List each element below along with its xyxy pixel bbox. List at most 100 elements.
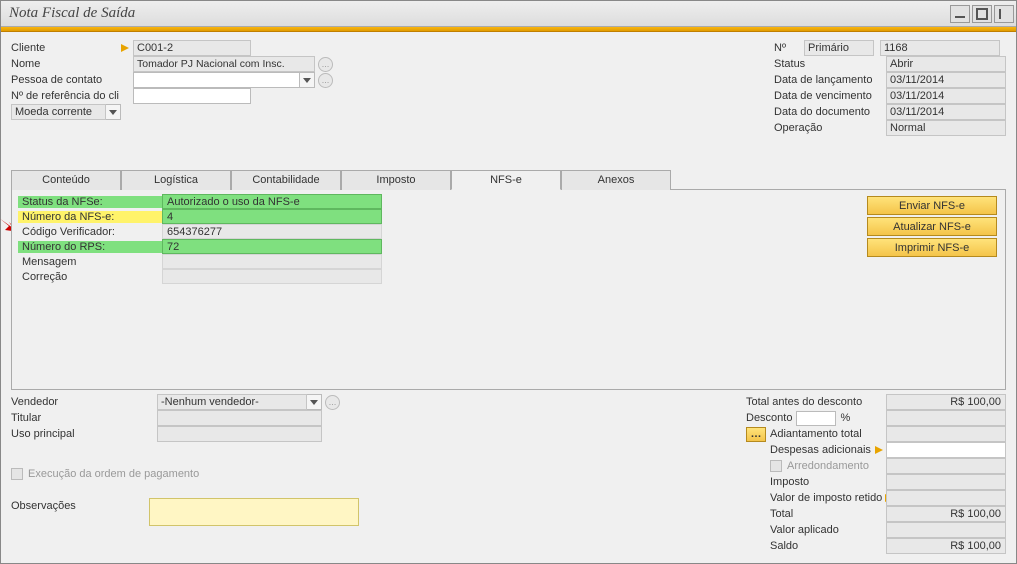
no-type[interactable]: Primário — [804, 40, 874, 56]
exec-label: Execução da ordem de pagamento — [28, 468, 199, 480]
status-value[interactable]: Abrir — [886, 56, 1006, 72]
pessoa-label: Pessoa de contato — [11, 74, 119, 86]
nfse-mensagem-value — [162, 254, 382, 269]
pessoa-dropdown[interactable] — [133, 72, 315, 88]
link-arrow-icon[interactable] — [119, 42, 131, 54]
invoice-window: Nota Fiscal de Saída Cliente C001-2 Nome — [0, 0, 1017, 564]
total-antes-label: Total antes do desconto — [746, 396, 886, 408]
atualizar-nfse-button[interactable]: Atualizar NFS-e — [867, 217, 997, 236]
pessoa-detail-button[interactable]: … — [318, 73, 333, 88]
nfse-codigo-label: Código Verificador: — [18, 226, 162, 238]
vendedor-dropdown[interactable]: -Nenhum vendedor- — [157, 394, 322, 410]
vendedor-field: Vendedor -Nenhum vendedor- … — [11, 394, 359, 410]
total-value: R$ 100,00 — [886, 506, 1006, 522]
status-field: Status Abrir — [774, 56, 1006, 72]
desconto-row: Desconto % — [746, 410, 1006, 426]
aplicado-row: Valor aplicado — [746, 522, 1006, 538]
lanc-value[interactable]: 03/11/2014 — [886, 72, 1006, 88]
no-label: Nº — [774, 42, 804, 54]
obs-label: Observações — [11, 498, 149, 512]
arred-checkbox — [770, 460, 782, 472]
doc-value[interactable]: 03/11/2014 — [886, 104, 1006, 120]
imposto-label: Imposto — [770, 476, 886, 488]
tab-conteudo[interactable]: Conteúdo — [11, 170, 121, 190]
adiant-label: Adiantamento total — [770, 428, 886, 440]
tab-contabilidade[interactable]: Contabilidade — [231, 170, 341, 190]
header-left-column: Cliente C001-2 Nome Tomador PJ Nacional … — [11, 40, 333, 136]
ref-label: Nº de referência do clie — [11, 90, 119, 102]
window-title: Nota Fiscal de Saída — [9, 5, 135, 22]
ref-input[interactable] — [133, 88, 251, 104]
desconto-unit: % — [840, 412, 850, 424]
desconto-value — [886, 410, 1006, 426]
titular-label: Titular — [11, 412, 119, 424]
numero-field: Nº Primário 1168 — [774, 40, 1006, 56]
vendedor-detail-button[interactable]: … — [325, 395, 340, 410]
total-label: Total — [770, 508, 886, 520]
link-arrow-icon[interactable] — [873, 444, 885, 456]
uso-value[interactable] — [157, 426, 322, 442]
tab-nfse[interactable]: NFS-e — [451, 170, 561, 190]
tabs: Conteúdo Logística Contabilidade Imposto… — [11, 170, 1006, 390]
content-area: Cliente C001-2 Nome Tomador PJ Nacional … — [1, 32, 1016, 563]
vendedor-label: Vendedor — [11, 396, 119, 408]
window-controls — [950, 5, 1014, 23]
footer: Vendedor -Nenhum vendedor- … Titular Uso… — [11, 394, 1006, 554]
retido-row: Valor de imposto retido — [746, 490, 1006, 506]
exec-checkbox — [11, 468, 23, 480]
saldo-label: Saldo — [770, 540, 886, 552]
arred-row: Arredondamento — [746, 458, 1006, 474]
status-label: Status — [774, 58, 886, 70]
adiantamento-row: … Adiantamento total — [746, 426, 1006, 442]
venc-value[interactable]: 03/11/2014 — [886, 88, 1006, 104]
retido-label: Valor de imposto retido — [770, 492, 882, 504]
chevron-down-icon — [106, 104, 121, 120]
aplicado-label: Valor aplicado — [770, 524, 886, 536]
tab-anexos[interactable]: Anexos — [561, 170, 671, 190]
maximize-button[interactable] — [972, 5, 992, 23]
exec-ordem-row: Execução da ordem de pagamento — [11, 468, 359, 480]
nome-detail-button[interactable]: … — [318, 57, 333, 72]
header-fields: Cliente C001-2 Nome Tomador PJ Nacional … — [11, 40, 1006, 136]
imprimir-nfse-button[interactable]: Imprimir NFS-e — [867, 238, 997, 257]
no-value[interactable]: 1168 — [880, 40, 1000, 56]
minimize-button[interactable] — [950, 5, 970, 23]
cliente-label: Cliente — [11, 42, 119, 54]
doc-field: Data do documento 03/11/2014 — [774, 104, 1006, 120]
imposto-row: Imposto — [746, 474, 1006, 490]
desp-label: Despesas adicionais — [770, 444, 871, 456]
uso-label: Uso principal — [11, 428, 119, 440]
vendedor-value: -Nenhum vendedor- — [157, 394, 307, 410]
header-right-column: Nº Primário 1168 Status Abrir Data de la… — [774, 40, 1006, 136]
nome-input[interactable]: Tomador PJ Nacional com Insc. — [133, 56, 315, 72]
cliente-input[interactable]: C001-2 — [133, 40, 251, 56]
total-row: Total R$ 100,00 — [746, 506, 1006, 522]
venc-field: Data de vencimento 03/11/2014 — [774, 88, 1006, 104]
nfse-action-buttons: Enviar NFS-e Atualizar NFS-e Imprimir NF… — [867, 196, 997, 257]
lanc-field: Data de lançamento 03/11/2014 — [774, 72, 1006, 88]
total-antes-row: Total antes do desconto R$ 100,00 — [746, 394, 1006, 410]
moeda-dropdown[interactable]: Moeda corrente — [11, 104, 121, 120]
tab-body-nfse: Status da NFSe: Autorizado o uso da NFS-… — [11, 190, 1006, 390]
tab-imposto[interactable]: Imposto — [341, 170, 451, 190]
pessoa-value — [133, 72, 300, 88]
enviar-nfse-button[interactable]: Enviar NFS-e — [867, 196, 997, 215]
desconto-pct-input[interactable] — [796, 411, 836, 426]
tab-logistica[interactable]: Logística — [121, 170, 231, 190]
cliente-field: Cliente C001-2 — [11, 40, 333, 56]
titular-value[interactable] — [157, 410, 322, 426]
restore-button[interactable] — [994, 5, 1014, 23]
desconto-label: Desconto — [746, 412, 792, 424]
adiantamento-picker-button[interactable]: … — [746, 427, 766, 442]
saldo-row: Saldo R$ 100,00 — [746, 538, 1006, 554]
observacoes-field: Observações — [11, 498, 359, 526]
nfse-numero-value: 4 — [162, 209, 382, 224]
obs-textarea[interactable] — [149, 498, 359, 526]
oper-value[interactable]: Normal — [886, 120, 1006, 136]
totals: Total antes do desconto R$ 100,00 Descon… — [746, 394, 1006, 554]
nfse-status-value: Autorizado o uso da NFS-e — [162, 194, 382, 209]
oper-field: Operação Normal — [774, 120, 1006, 136]
desp-value[interactable] — [886, 442, 1006, 458]
despesas-row: Despesas adicionais — [746, 442, 1006, 458]
nome-label: Nome — [11, 58, 119, 70]
